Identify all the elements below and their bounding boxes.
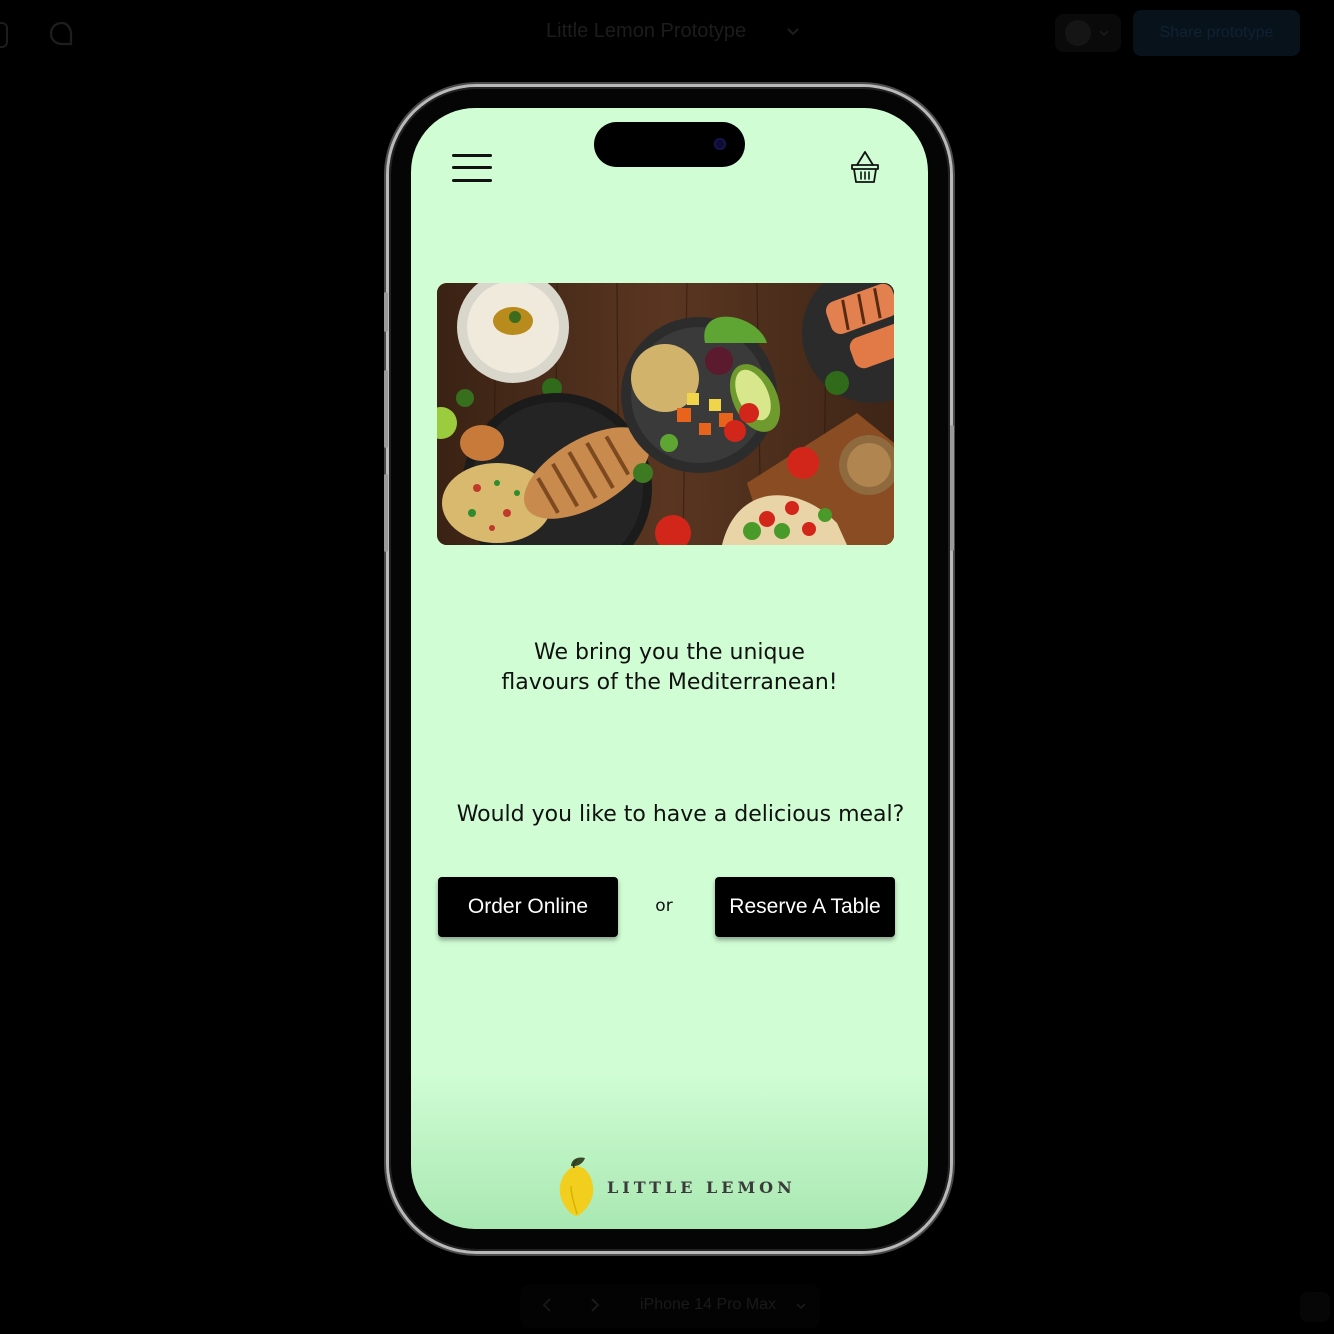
action-button [384,292,388,332]
settings-icon[interactable] [1300,1292,1330,1322]
share-prototype-button[interactable]: Share prototype [1133,10,1300,56]
logo-wordmark: LITTLE LEMON [607,1178,796,1197]
basket-icon[interactable] [850,150,880,184]
chevron-down-icon[interactable] [786,27,800,37]
device-bar: iPhone 14 Pro Max [520,1284,820,1328]
volume-down-button [384,474,388,552]
order-online-button[interactable]: Order Online [438,877,618,937]
prototype-title[interactable]: Little Lemon Prototype [546,20,746,43]
dynamic-island [594,122,745,167]
tagline-line: We bring you the unique [534,640,805,665]
prototype-toolbar: Little Lemon Prototype Share prototype [0,0,1334,66]
chevron-down-icon [1099,30,1109,37]
hamburger-menu-icon[interactable] [452,152,492,184]
avatar [1065,20,1091,46]
chevron-left-icon[interactable] [542,1298,552,1312]
camera-icon [714,138,726,150]
tagline: We bring you the unique flavours of the … [431,638,908,698]
tagline-line: flavours of the Mediterranean! [501,670,838,695]
power-button [950,425,954,551]
lemon-logo-icon [559,1157,594,1216]
app-screen: We bring you the unique flavours of the … [411,108,928,1229]
or-separator: or [655,896,673,916]
reserve-table-button[interactable]: Reserve A Table [715,877,895,937]
comment-icon[interactable] [48,20,76,48]
chevron-right-icon[interactable] [590,1298,600,1312]
chevron-down-icon[interactable] [796,1303,806,1310]
device-selector[interactable]: iPhone 14 Pro Max [640,1296,776,1314]
hero-food-image [437,283,894,545]
meal-question: Would you like to have a delicious meal? [456,802,905,827]
volume-up-button [384,370,388,448]
panel-edge-icon[interactable] [0,22,8,48]
collaborators-menu[interactable] [1055,14,1121,52]
